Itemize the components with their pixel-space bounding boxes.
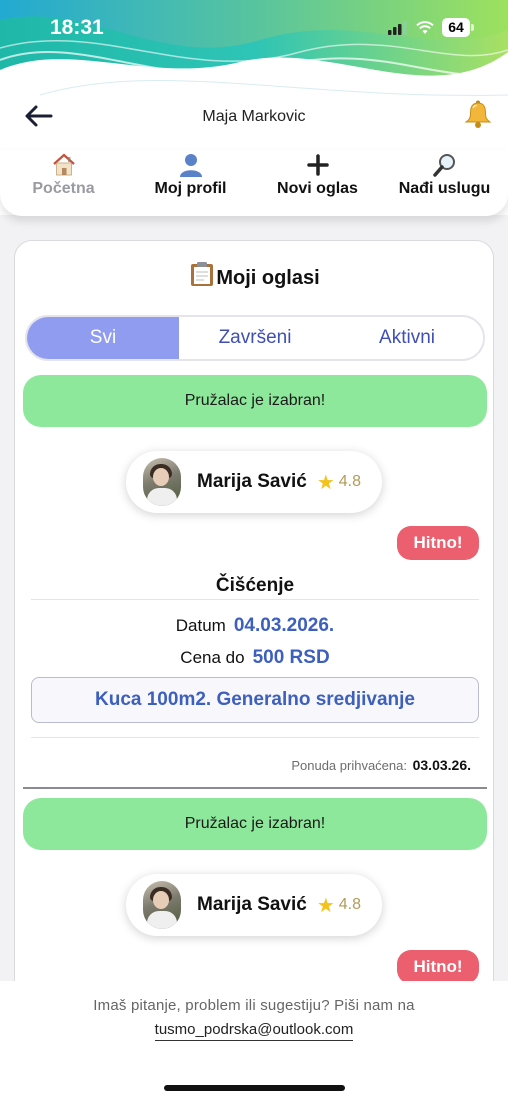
tab-all[interactable]: Svi bbox=[27, 317, 179, 359]
provider-selected-banner: Pružalac je izabran! bbox=[23, 375, 487, 427]
bell-icon bbox=[464, 100, 492, 128]
support-email-row: tusmo_podrska@outlook.com bbox=[0, 1021, 508, 1041]
my-listings-card: Moji oglasi Svi Završeni Aktivni Pružala… bbox=[14, 240, 494, 1000]
nav-label-new-listing: Novi oglas bbox=[277, 180, 358, 197]
notifications-button[interactable] bbox=[462, 98, 494, 130]
accepted-date: 03.03.26. bbox=[412, 757, 471, 773]
urgent-badge: Hitno! bbox=[397, 950, 479, 984]
nav-label-find-service: Nađi uslugu bbox=[398, 180, 491, 197]
provider-rating: 4.8 bbox=[338, 896, 362, 913]
listing-divider bbox=[23, 787, 487, 789]
date-label: Datum bbox=[175, 616, 226, 635]
clipboard-icon bbox=[191, 262, 214, 286]
offer-accepted-info: Ponuda prihvaćena: 03.03.26. bbox=[291, 757, 471, 773]
price-value: 500 RSD bbox=[252, 647, 330, 668]
card-title-text: Moji oglasi bbox=[216, 267, 320, 289]
nav-label-home: Početna bbox=[32, 180, 95, 197]
support-email-link[interactable]: tusmo_podrska@outlook.com bbox=[154, 1021, 354, 1041]
provider-card[interactable]: Marija Savić ★ 4.8 bbox=[126, 451, 382, 513]
price-row: Cena do 500 RSD bbox=[15, 647, 493, 669]
status-time: 18:31 bbox=[50, 16, 104, 39]
provider-selected-banner: Pružalac je izabran! bbox=[23, 798, 487, 850]
listing-filter-tabs: Svi Završeni Aktivni bbox=[25, 315, 485, 361]
accepted-label: Ponuda prihvaćena: bbox=[291, 758, 407, 773]
support-footer: Imaš pitanje, problem ili sugestiju? Piš… bbox=[0, 981, 508, 1100]
nav-item-home[interactable]: Početna bbox=[0, 150, 127, 216]
magnifier-icon bbox=[432, 150, 458, 180]
home-indicator[interactable] bbox=[164, 1085, 345, 1091]
user-name: Maja Markovic bbox=[202, 108, 306, 125]
service-name: Čišćenje bbox=[215, 575, 295, 596]
signal-icon bbox=[388, 20, 407, 35]
separator bbox=[31, 737, 479, 738]
star-icon: ★ bbox=[316, 894, 335, 917]
nav-item-new-listing[interactable]: Novi oglas bbox=[254, 150, 381, 216]
date-value: 04.03.2026. bbox=[233, 615, 335, 636]
nav-item-find-service[interactable]: Nađi uslugu bbox=[381, 150, 508, 216]
urgent-badge: Hitno! bbox=[397, 526, 479, 560]
separator bbox=[31, 599, 479, 600]
main-navigation: Početna Moj profil Novi oglas Nađi uslug… bbox=[0, 150, 508, 216]
top-header: Maja Markovic bbox=[0, 96, 508, 140]
house-icon bbox=[51, 150, 77, 180]
tab-completed[interactable]: Završeni bbox=[179, 317, 331, 359]
battery-indicator: 64 bbox=[442, 18, 474, 37]
nav-label-profile: Moj profil bbox=[154, 180, 227, 197]
avatar bbox=[143, 458, 181, 506]
avatar bbox=[143, 881, 181, 929]
support-text: Imaš pitanje, problem ili sugestiju? Piš… bbox=[93, 997, 415, 1014]
tab-active[interactable]: Aktivni bbox=[331, 317, 483, 359]
wifi-icon bbox=[416, 20, 434, 34]
nav-item-profile[interactable]: Moj profil bbox=[127, 150, 254, 216]
card-title: Moji oglasi bbox=[15, 261, 493, 290]
star-icon: ★ bbox=[316, 471, 335, 494]
price-label: Cena do bbox=[180, 648, 245, 667]
plus-icon bbox=[306, 150, 330, 180]
provider-name: Marija Savić bbox=[197, 894, 307, 915]
provider-name: Marija Savić bbox=[197, 471, 307, 492]
provider-card[interactable]: Marija Savić ★ 4.8 bbox=[126, 874, 382, 936]
person-icon bbox=[178, 150, 204, 180]
provider-rating: 4.8 bbox=[338, 473, 362, 490]
status-bar: 18:31 64 bbox=[0, 0, 508, 58]
listing-description: Kuca 100m2. Generalno sredjivanje bbox=[31, 677, 479, 723]
date-row: Datum 04.03.2026. bbox=[15, 615, 493, 637]
status-icons: 64 bbox=[388, 18, 474, 37]
